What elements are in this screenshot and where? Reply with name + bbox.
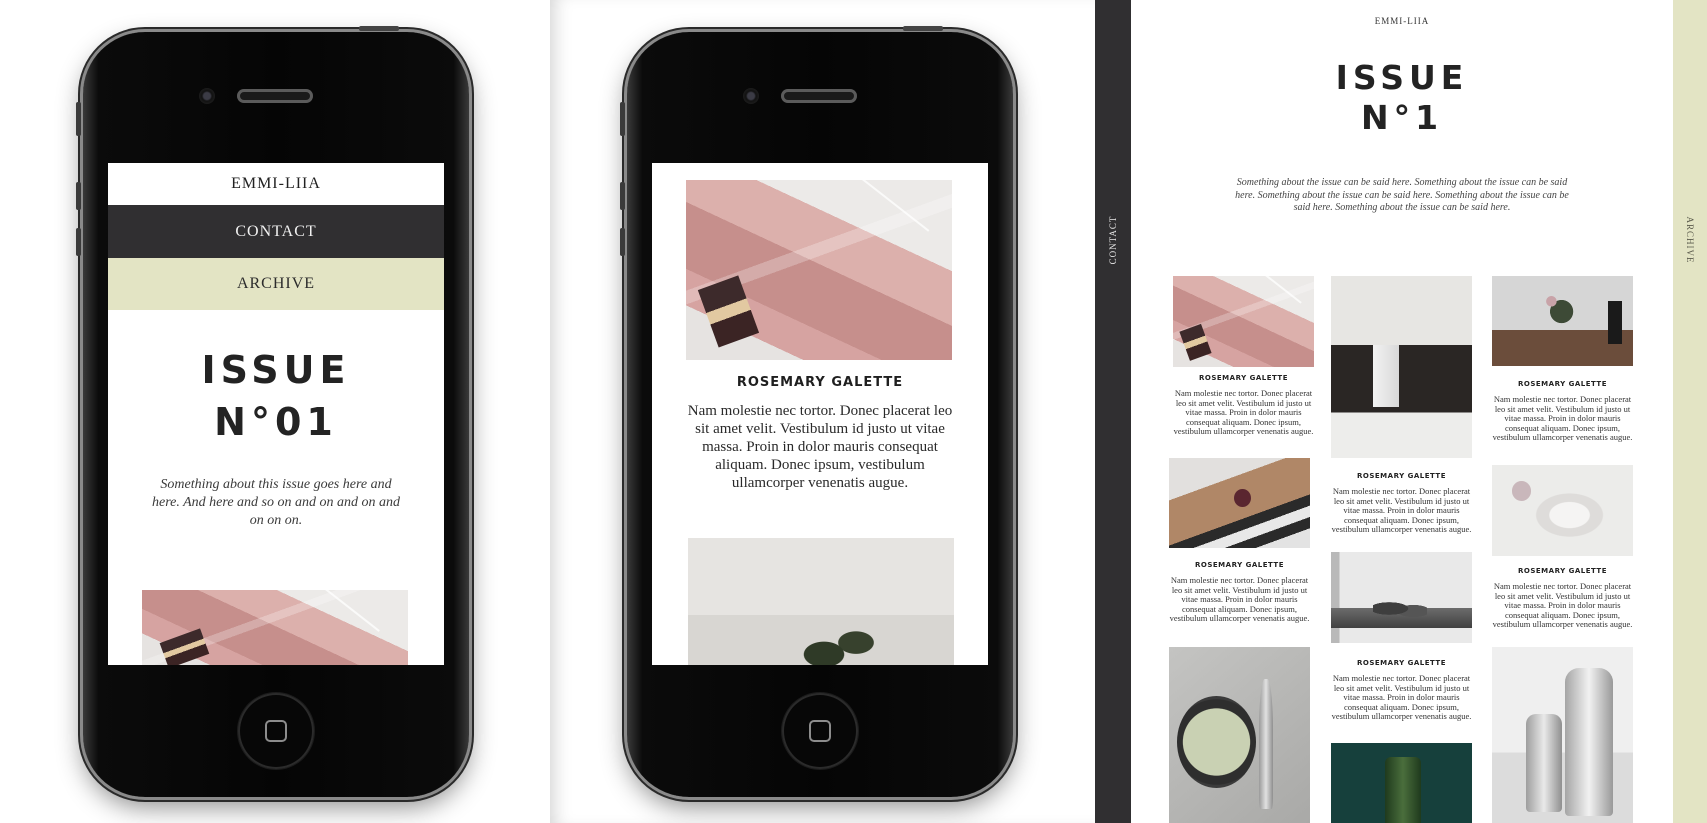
phone-frame: EMMI-LIIA CONTACT ARCHIVE ISSUE N°01 Som… xyxy=(76,26,469,797)
home-button xyxy=(238,693,314,769)
power-button xyxy=(359,26,399,31)
grid-image-bag[interactable] xyxy=(1173,276,1314,367)
card-title[interactable]: ROSEMARY GALETTE xyxy=(1492,380,1633,388)
nav-contact[interactable]: CONTACT xyxy=(108,205,444,258)
issue-title: ISSUE N°01 xyxy=(108,344,444,448)
volume-down-button xyxy=(620,228,625,256)
grid-image-cream[interactable] xyxy=(1492,465,1633,556)
grid-image-flowers[interactable] xyxy=(1492,276,1633,366)
brand-link[interactable]: EMMI-LIIA xyxy=(108,163,444,205)
card-title[interactable]: ROSEMARY GALETTE xyxy=(1492,567,1633,575)
volume-up-button xyxy=(620,182,625,210)
brand-link[interactable]: EMMI-LIIA xyxy=(1131,16,1673,26)
home-square-icon xyxy=(265,720,287,742)
card-title[interactable]: ROSEMARY GALETTE xyxy=(1331,472,1472,480)
camera-icon xyxy=(743,88,759,104)
mobile-post-mockup: ROSEMARY GALETTE Nam molestie nec tortor… xyxy=(550,0,1095,823)
desktop-mockup: CONTACT ARCHIVE EMMI-LIIA ISSUE N°1 Some… xyxy=(1095,0,1707,823)
phone-screen: EMMI-LIIA CONTACT ARCHIVE ISSUE N°01 Som… xyxy=(108,163,444,665)
issue-intro: Something about the issue can be said he… xyxy=(1235,177,1569,213)
card-title[interactable]: ROSEMARY GALETTE xyxy=(1169,561,1310,569)
archive-sidebar[interactable]: ARCHIVE xyxy=(1673,0,1707,823)
card-text: Nam molestie nec tortor. Donec placerat … xyxy=(1173,388,1314,436)
home-square-icon xyxy=(809,720,831,742)
mute-switch xyxy=(76,102,81,136)
issue-title-line2: N°1 xyxy=(1360,98,1444,137)
card-text: Nam molestie nec tortor. Donec placerat … xyxy=(1492,394,1633,442)
issue-title-line1: ISSUE xyxy=(201,348,351,392)
issue-intro: Something about this issue goes here and… xyxy=(152,477,400,528)
volume-up-button xyxy=(76,182,81,210)
camera-icon xyxy=(199,88,215,104)
card-title[interactable]: ROSEMARY GALETTE xyxy=(1331,659,1472,667)
card-text: Nam molestie nec tortor. Donec placerat … xyxy=(1331,673,1472,721)
grid-image-trunk[interactable] xyxy=(1331,276,1472,458)
contact-sidebar-label: CONTACT xyxy=(1108,215,1118,265)
post-body: Nam molestie nec tortor. Donec placerat … xyxy=(687,403,953,491)
card-title[interactable]: ROSEMARY GALETTE xyxy=(1173,374,1314,382)
card-text: Nam molestie nec tortor. Donec placerat … xyxy=(1492,581,1633,629)
post-title[interactable]: ROSEMARY GALETTE xyxy=(652,375,988,390)
issue-title-line2: N°01 xyxy=(214,400,338,444)
power-button xyxy=(903,26,943,31)
post-thumbnail-bag[interactable] xyxy=(142,590,408,665)
grid-image-window[interactable] xyxy=(1331,552,1472,643)
mobile-home-mockup: EMMI-LIIA CONTACT ARCHIVE ISSUE N°01 Som… xyxy=(0,0,550,823)
phone-screen: ROSEMARY GALETTE Nam molestie nec tortor… xyxy=(652,163,988,665)
archive-sidebar-label: ARCHIVE xyxy=(1685,216,1695,264)
mute-switch xyxy=(620,102,625,136)
speaker-grille xyxy=(237,89,313,103)
grid-image-board[interactable] xyxy=(1169,458,1310,548)
post-image-bag[interactable] xyxy=(686,180,952,360)
post-image-plant[interactable] xyxy=(688,538,954,665)
home-button xyxy=(782,693,858,769)
grid-image-bottle[interactable] xyxy=(1331,743,1472,823)
volume-down-button xyxy=(76,228,81,256)
phone-frame: ROSEMARY GALETTE Nam molestie nec tortor… xyxy=(620,26,1013,797)
grid-image-bowl[interactable] xyxy=(1169,647,1310,823)
nav-archive[interactable]: ARCHIVE xyxy=(108,258,444,310)
issue-title-line1: ISSUE xyxy=(1335,58,1469,97)
grid-image-bottles[interactable] xyxy=(1492,647,1633,823)
speaker-grille xyxy=(781,89,857,103)
issue-title: ISSUE N°1 xyxy=(1131,58,1673,138)
card-text: Nam molestie nec tortor. Donec placerat … xyxy=(1331,486,1472,534)
card-text: Nam molestie nec tortor. Donec placerat … xyxy=(1169,575,1310,623)
contact-sidebar[interactable]: CONTACT xyxy=(1095,0,1131,823)
